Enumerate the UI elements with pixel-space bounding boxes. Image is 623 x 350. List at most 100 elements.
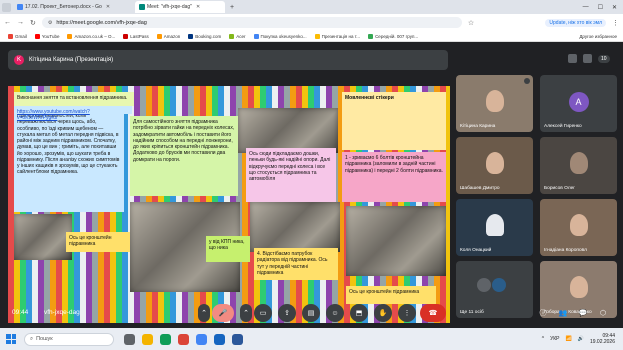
volume-icon[interactable]: 🔊 — [578, 336, 584, 342]
maximize-icon[interactable]: ☐ — [598, 4, 603, 11]
more-menu-icon[interactable]: ⋮ — [612, 19, 619, 27]
taskbar-clock[interactable]: 09:44 19.02.2026 — [590, 333, 615, 345]
clock-date: 19.02.2026 — [589, 339, 615, 345]
raise-hand-button[interactable]: ✋ — [374, 304, 392, 322]
participant-count[interactable]: 10 — [598, 54, 610, 63]
activities-button[interactable]: ⬡ — [596, 304, 610, 322]
bookmark-amazon[interactable]: Amazon — [156, 33, 180, 39]
meeting-code: vfh-jxqe-dag — [44, 309, 80, 316]
bookmark-youtube[interactable]: YouTube — [34, 33, 59, 39]
bookmark-gmail[interactable]: Gmail — [8, 33, 27, 39]
minimize-icon[interactable]: — — [583, 4, 589, 11]
share-screen-button[interactable]: ⬒ — [350, 304, 368, 322]
bookmark-group[interactable]: Середній. 007 груп... — [368, 33, 418, 39]
update-button[interactable]: Update, ніж хто вік эмл — [545, 18, 606, 27]
end-call-button[interactable]: ☎ — [420, 304, 446, 322]
youtube-icon — [34, 33, 40, 39]
participant-video — [485, 89, 504, 112]
tab-label: Meet: "vfh-jxqe-dag" — [147, 4, 192, 10]
gmail-icon — [8, 33, 13, 39]
tab-label: 17.02. Проект_Бетонер.docx - Go — [25, 4, 102, 10]
participant-tile[interactable]: Кітіцина Карина — [456, 75, 533, 132]
mic-off-button[interactable]: 🎤 — [212, 304, 234, 322]
participant-tile[interactable]: Коля Онацкий — [456, 199, 533, 256]
meeting-time: 09:44 — [12, 309, 29, 316]
more-options-button[interactable]: ⋮ — [398, 304, 416, 322]
tray-arrow-icon[interactable]: ^ — [542, 336, 544, 342]
close-icon[interactable]: ✕ — [196, 4, 200, 10]
language-indicator[interactable]: УКР — [550, 336, 559, 342]
people-button[interactable]: 👥 — [556, 304, 570, 322]
participant-tile[interactable]: Ігнадіана Короповл — [540, 199, 617, 256]
close-window-icon[interactable]: ✕ — [612, 4, 617, 11]
participant-tile[interactable]: Шабашев Дмитро — [456, 137, 533, 194]
participant-grid: Кітіцина Карина A Алексей Гиренко Шабаше… — [456, 75, 620, 325]
word-icon[interactable] — [232, 333, 243, 345]
amazon-icon — [156, 33, 162, 39]
layout-icon[interactable] — [568, 54, 577, 63]
windows-taskbar: ⌕ Пошук ^ УКР 📶 🔊 09:44 19.02.2026 — [0, 328, 623, 350]
info-button[interactable]: ⓘ — [536, 304, 550, 322]
participant-name: Алексей Гиренко — [544, 124, 582, 129]
meet-area: K Кітіцина Карина (Презентація) 10 Викон… — [0, 42, 623, 328]
tab-document[interactable]: 17.02. Проект_Бетонер.docx - Go ✕ — [13, 1, 133, 13]
browser-tab-bar: 17.02. Проект_Бетонер.docx - Go ✕ Meet: … — [0, 0, 623, 14]
participant-name: Коля Онацкий — [460, 248, 492, 253]
audio-options-button[interactable]: ⌃ — [198, 304, 210, 322]
video-options-button[interactable]: ⌃ — [240, 304, 252, 322]
present-button[interactable]: ⇪ — [278, 304, 296, 322]
mail-icon[interactable] — [214, 333, 225, 345]
more-participants-avatar — [492, 277, 507, 292]
search-placeholder: Пошук — [36, 336, 53, 342]
bookmark-booking[interactable]: Booking.com — [188, 33, 221, 39]
sticky-note-2: Для самостійного зняття підрамника потрі… — [130, 116, 238, 196]
edge-icon[interactable] — [160, 333, 171, 345]
bookmark-amazon-uk[interactable]: Amazon.co.uk – O... — [67, 33, 115, 39]
bookmark-lastpass[interactable]: LastPass — [123, 33, 149, 39]
star-icon[interactable]: ☆ — [468, 19, 474, 27]
video-link[interactable]: https://www.youtube.com/watch?v=oKWWfVPy… — [14, 106, 132, 121]
file-explorer-icon[interactable] — [142, 333, 153, 345]
participant-video — [485, 213, 504, 236]
participant-name: Кітіцина Карина — [460, 124, 496, 129]
captions-button[interactable]: ▤ — [302, 304, 320, 322]
participant-name: Ігнадіана Короповл — [544, 248, 587, 253]
emoji-button[interactable]: ☺ — [326, 304, 344, 322]
site-info-icon[interactable]: ⚙ — [48, 20, 52, 26]
windows-start-icon[interactable] — [6, 334, 16, 344]
camera-button[interactable]: ▭ — [254, 304, 272, 322]
forward-icon[interactable]: → — [17, 19, 24, 26]
pin-icon[interactable] — [583, 54, 592, 63]
url-field[interactable]: ⚙ https://meet.google.com/vfh-jxqe-dag — [41, 17, 462, 28]
wifi-icon[interactable]: 📶 — [566, 336, 572, 342]
mic-icon — [524, 78, 530, 84]
bookmark-purchase[interactable]: Покупка okeusyenko... — [253, 33, 307, 39]
participant-name: Шабашев Дмитро — [460, 186, 500, 191]
chat-button[interactable]: 💬 — [576, 304, 590, 322]
car-photo-4 — [250, 202, 340, 252]
window-menu-icon[interactable] — [2, 2, 11, 12]
reload-icon[interactable]: ↻ — [30, 19, 36, 27]
presenter-avatar: K — [14, 55, 24, 65]
participant-avatar: A — [568, 91, 589, 112]
close-icon[interactable]: ✕ — [106, 4, 110, 10]
bookmark-presentation[interactable]: Презентація на т... — [314, 33, 360, 39]
address-bar: ← → ↻ ⚙ https://meet.google.com/vfh-jxqe… — [0, 14, 623, 31]
presenter-label: Кітіцина Карина (Презентація) — [29, 57, 114, 63]
sticky-note-3: Ось сюди підкладаємо дошки, пеньки будь-… — [246, 148, 336, 202]
tab-meet[interactable]: Meet: "vfh-jxqe-dag" ✕ — [135, 1, 225, 13]
more-participants-avatar — [476, 277, 491, 292]
chrome-icon[interactable] — [178, 333, 189, 345]
url-text: https://meet.google.com/vfh-jxqe-dag — [56, 19, 147, 26]
lastpass-icon — [123, 33, 129, 39]
store-icon[interactable] — [196, 333, 207, 345]
task-view-icon[interactable] — [124, 333, 135, 345]
participant-tile[interactable]: Борисов Олег — [540, 137, 617, 194]
back-icon[interactable]: ← — [4, 19, 11, 26]
bookmark-acer[interactable]: Acer — [229, 33, 246, 39]
participant-tile[interactable]: A Алексей Гиренко — [540, 75, 617, 132]
taskbar-search[interactable]: ⌕ Пошук — [24, 332, 114, 346]
new-tab-button[interactable]: + — [227, 4, 237, 11]
other-bookmarks[interactable]: Другое избранное — [579, 34, 623, 39]
slides-icon — [314, 33, 320, 39]
